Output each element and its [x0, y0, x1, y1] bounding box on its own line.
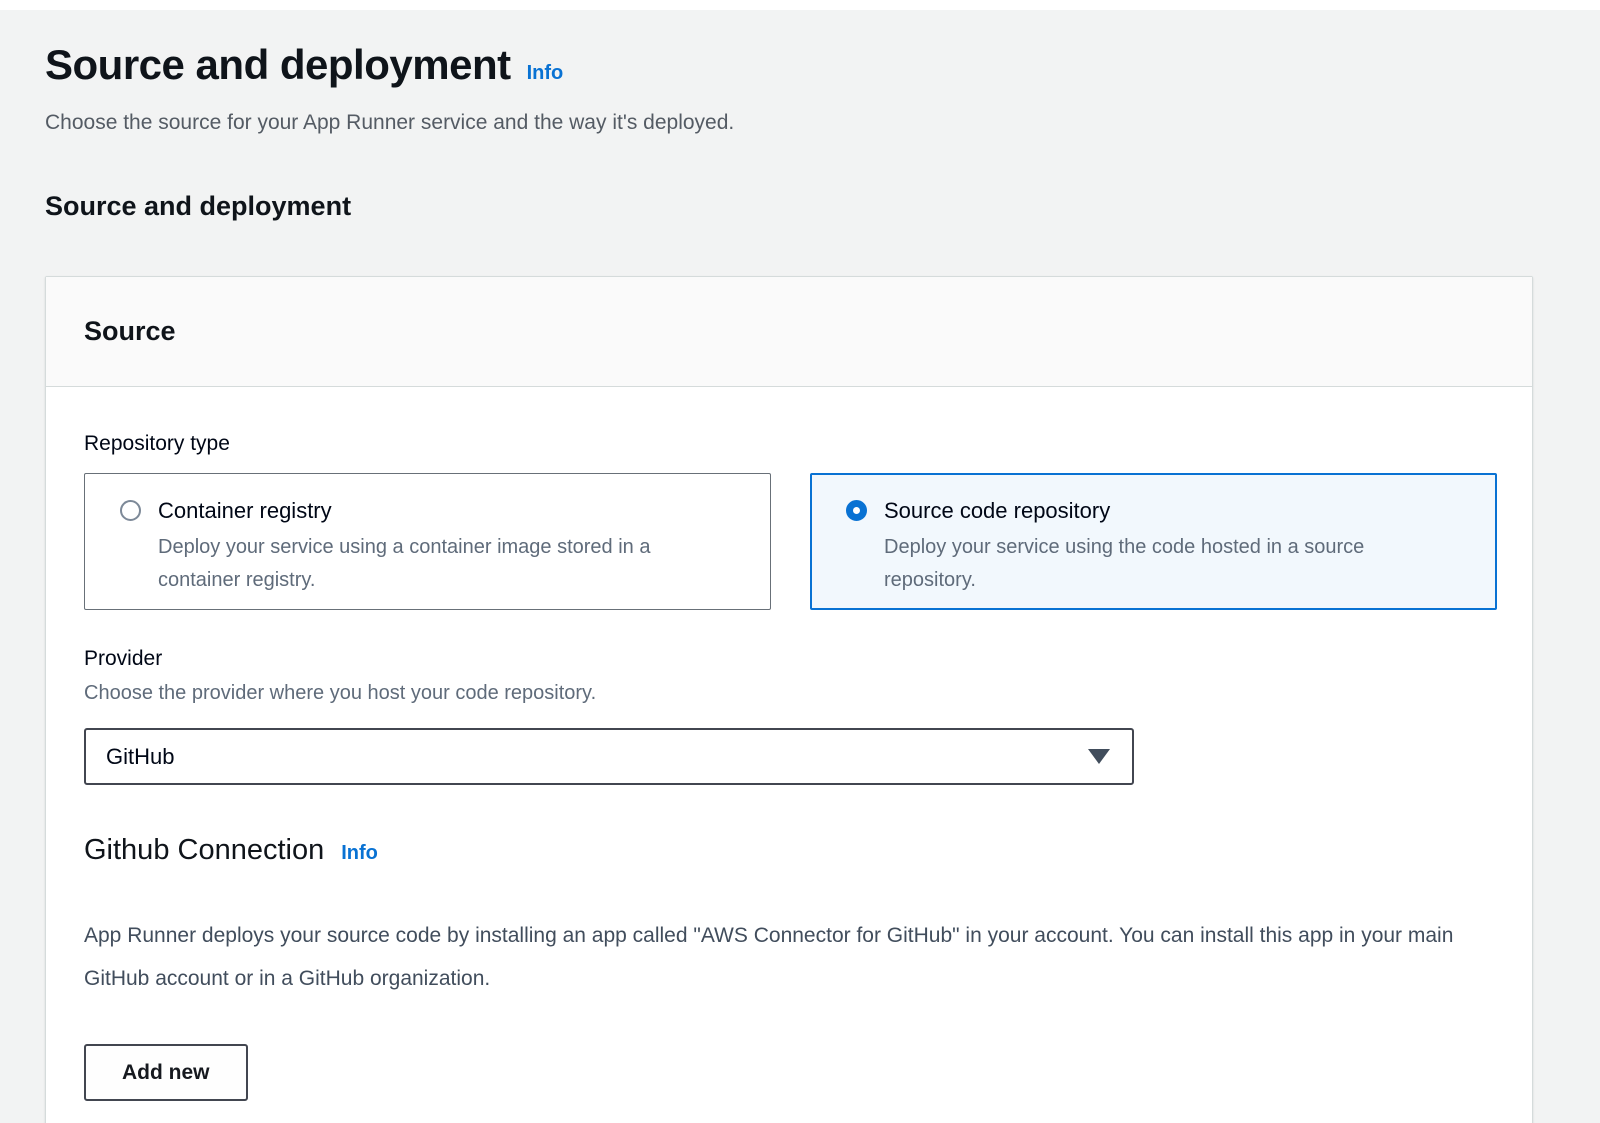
page-header: Source and deployment Info — [45, 38, 1533, 92]
content-area: Source and deployment Info Choose the so… — [0, 10, 1600, 1123]
add-new-button[interactable]: Add new — [84, 1044, 248, 1101]
github-connection-title: Github Connection — [84, 833, 324, 868]
github-connection-header: Github Connection Info — [84, 833, 1494, 868]
repository-type-tiles: Container registry Deploy your service u… — [84, 473, 1494, 610]
radio-button-icon[interactable] — [120, 500, 141, 521]
provider-label: Provider — [84, 646, 1494, 672]
chevron-down-icon — [1088, 749, 1110, 764]
github-connection-info-link[interactable]: Info — [341, 842, 378, 865]
tile-title: Source code repository — [884, 497, 1444, 525]
top-nav-remnant — [0, 0, 1600, 10]
page-title-info-link[interactable]: Info — [527, 62, 564, 85]
source-card-body: Repository type Container registry Deplo… — [46, 387, 1532, 1123]
provider-select[interactable]: GitHub — [84, 728, 1134, 785]
section-heading: Source and deployment — [45, 190, 1533, 222]
source-card: Source Repository type Container registr… — [45, 276, 1533, 1123]
tile-text: Source code repository Deploy your servi… — [884, 497, 1444, 597]
repository-type-label: Repository type — [84, 431, 1494, 457]
radio-button-checked-icon[interactable] — [846, 500, 867, 521]
github-connection-description: App Runner deploys your source code by i… — [84, 914, 1474, 1000]
page-title: Source and deployment — [45, 38, 511, 92]
provider-select-value: GitHub — [106, 744, 174, 770]
tile-description: Deploy your service using the code hoste… — [884, 531, 1444, 597]
radio-tile-source-code-repository[interactable]: Source code repository Deploy your servi… — [810, 473, 1497, 610]
provider-field: Provider Choose the provider where you h… — [84, 646, 1494, 785]
provider-description: Choose the provider where you host your … — [84, 681, 1494, 706]
tile-text: Container registry Deploy your service u… — [158, 497, 718, 597]
radio-tile-container-registry[interactable]: Container registry Deploy your service u… — [84, 473, 771, 610]
source-card-title: Source — [84, 315, 1494, 348]
page-subtitle: Choose the source for your App Runner se… — [45, 110, 1533, 136]
tile-description: Deploy your service using a container im… — [158, 531, 718, 597]
tile-title: Container registry — [158, 497, 718, 525]
source-card-header: Source — [46, 277, 1532, 387]
